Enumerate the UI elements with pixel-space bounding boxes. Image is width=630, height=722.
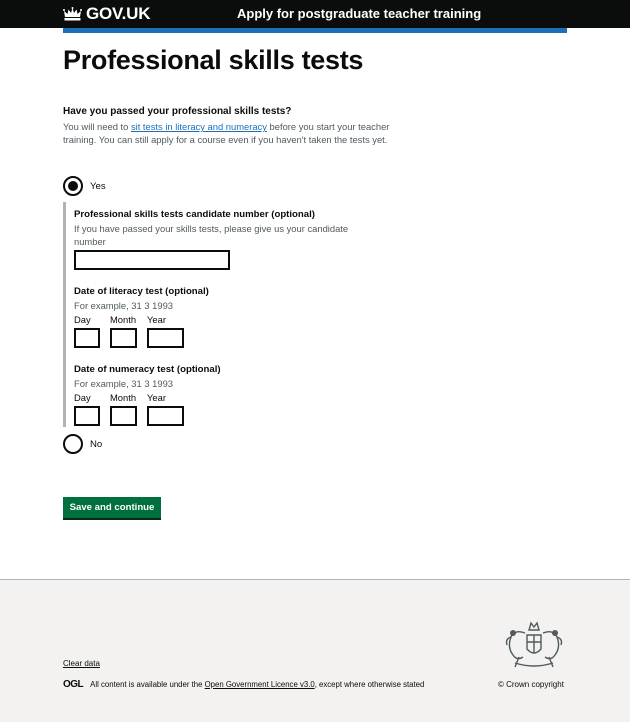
govuk-logo-link[interactable]: GOV.UK <box>63 4 151 23</box>
numeracy-day-input[interactable] <box>74 406 100 426</box>
page-title: Professional skills tests <box>63 45 364 75</box>
radio-no-label: No <box>90 438 103 450</box>
numeracy-day-label: Day <box>74 392 91 403</box>
royal-coat-of-arms-icon <box>505 621 563 668</box>
literacy-day-label: Day <box>74 314 91 325</box>
radio-no[interactable]: No <box>63 434 102 454</box>
hint-text-before: You will need to <box>63 121 131 132</box>
literacy-year-input[interactable] <box>147 328 184 348</box>
save-and-continue-button[interactable]: Save and continue <box>63 497 161 518</box>
literacy-year-label: Year <box>147 314 166 325</box>
licence-text-before: All content is available under the <box>90 680 205 689</box>
numeracy-month-label: Month <box>110 392 137 403</box>
radio-yes-label: Yes <box>90 180 106 192</box>
numeracy-month-input[interactable] <box>110 406 137 426</box>
literacy-date-label: Date of literacy test (optional) <box>74 286 209 297</box>
literacy-month-label: Month <box>110 314 137 325</box>
numeracy-year-label: Year <box>147 392 166 403</box>
literacy-date-hint: For example, 31 3 1993 <box>74 300 174 311</box>
radio-yes-circle[interactable] <box>63 176 83 196</box>
candidate-number-input[interactable] <box>74 250 230 270</box>
clear-data-link[interactable]: Clear data <box>63 659 100 668</box>
conditional-reveal-border <box>63 202 66 427</box>
candidate-number-hint: If you have passed your skills tests, pl… <box>74 223 349 247</box>
licence-text-after: , except where otherwise stated <box>314 680 425 689</box>
header-blue-bar <box>63 28 567 33</box>
licence-row: OGL All content is available under the O… <box>63 679 424 690</box>
licence-text: All content is available under the Open … <box>90 680 424 689</box>
crown-icon <box>63 6 82 20</box>
ogl-licence-link[interactable]: Open Government Licence v3.0 <box>205 680 315 689</box>
literacy-day-input[interactable] <box>74 328 100 348</box>
question-title: Have you passed your professional skills… <box>63 106 292 117</box>
ogl-logo-icon: OGL <box>63 679 84 690</box>
candidate-number-label: Professional skills tests candidate numb… <box>74 209 315 220</box>
crown-copyright-link[interactable]: © Crown copyright <box>498 680 564 689</box>
numeracy-year-input[interactable] <box>147 406 184 426</box>
numeracy-date-hint: For example, 31 3 1993 <box>74 378 174 389</box>
logo-text: GOV.UK <box>86 4 151 23</box>
radio-yes[interactable]: Yes <box>63 176 106 196</box>
numeracy-date-label: Date of numeracy test (optional) <box>74 364 221 375</box>
literacy-month-input[interactable] <box>110 328 137 348</box>
radio-no-circle[interactable] <box>63 434 83 454</box>
question-hint: You will need to sit tests in literacy a… <box>63 120 393 146</box>
site-header: GOV.UK Apply for postgraduate teacher tr… <box>0 0 630 28</box>
service-name-link[interactable]: Apply for postgraduate teacher training <box>237 6 481 21</box>
skills-tests-link[interactable]: sit tests in literacy and numeracy <box>131 121 267 132</box>
